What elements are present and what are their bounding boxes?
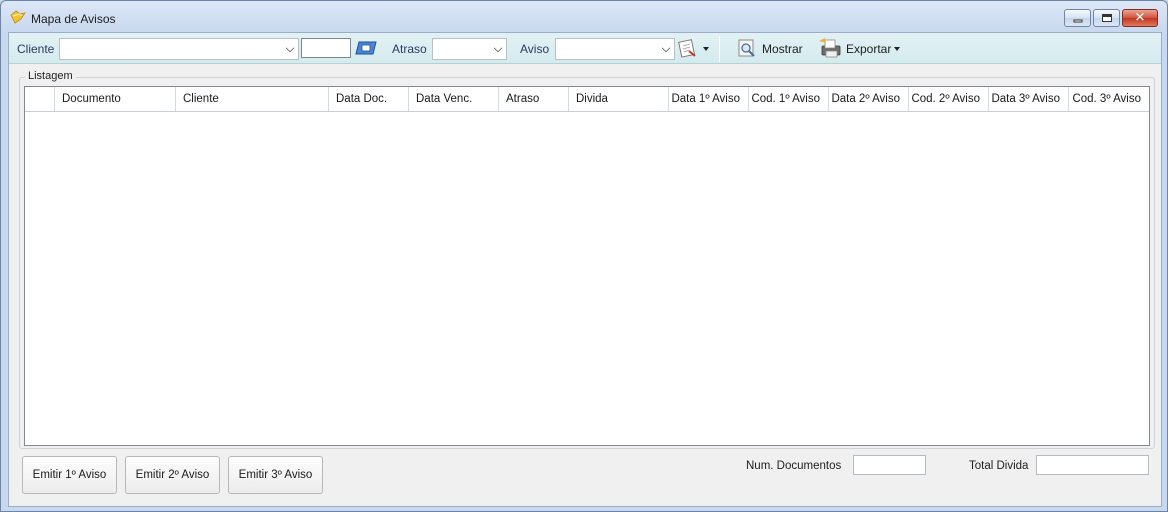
total-divida-field	[1036, 455, 1149, 475]
column-header-data-venc[interactable]: Data Venc.	[409, 87, 499, 111]
client-area: Cliente Atraso Aviso Mostrar Exportar Li…	[8, 32, 1162, 507]
emitir-2-aviso-button[interactable]: Emitir 2º Aviso	[125, 456, 220, 494]
window-title: Mapa de Avisos	[31, 12, 116, 26]
column-header-data-1-aviso[interactable]: Data 1º Aviso	[669, 87, 749, 111]
dropdown-arrow-icon[interactable]	[703, 47, 709, 51]
total-divida-label: Total Divida	[969, 460, 1029, 472]
toolbar: Cliente Atraso Aviso Mostrar Exportar	[9, 33, 1161, 64]
chevron-down-icon	[285, 43, 295, 53]
atraso-label: Atraso	[392, 42, 427, 56]
cliente-code-field[interactable]	[301, 38, 351, 58]
column-header-cod-2-aviso[interactable]: Cod. 2º Aviso	[909, 87, 989, 111]
exportar-button[interactable]: Exportar	[846, 42, 891, 56]
aviso-label: Aviso	[520, 42, 550, 56]
column-header-cod-1-aviso[interactable]: Cod. 1º Aviso	[749, 87, 829, 111]
toolbar-separator	[719, 36, 720, 62]
emitir-1-aviso-button[interactable]: Emitir 1º Aviso	[22, 456, 117, 494]
column-header-cod-3-aviso[interactable]: Cod. 3º Aviso	[1069, 87, 1149, 111]
row-header-cell	[25, 87, 55, 111]
aviso-combo[interactable]	[555, 38, 675, 60]
mostrar-icon[interactable]	[737, 38, 757, 58]
column-header-cliente[interactable]: Cliente	[176, 87, 329, 111]
num-documentos-label: Num. Documentos	[746, 460, 842, 472]
window-controls: ✕	[1062, 9, 1158, 27]
column-header-data-doc[interactable]: Data Doc.	[329, 87, 409, 111]
mostrar-button[interactable]: Mostrar	[762, 42, 803, 56]
column-header-atraso[interactable]: Atraso	[499, 87, 569, 111]
chevron-down-icon	[661, 43, 671, 53]
grid-header: Documento Cliente Data Doc. Data Venc. A…	[25, 87, 1149, 112]
listagem-title: Listagem	[25, 70, 76, 82]
column-header-data-2-aviso[interactable]: Data 2º Aviso	[829, 87, 909, 111]
notice-document-icon[interactable]	[678, 38, 698, 58]
maximize-icon	[1101, 14, 1112, 22]
column-header-divida[interactable]: Divida	[569, 87, 669, 111]
chevron-down-icon	[493, 43, 503, 53]
cliente-label: Cliente	[17, 42, 55, 56]
close-button[interactable]: ✕	[1122, 9, 1158, 27]
cliente-combo[interactable]	[59, 38, 299, 60]
column-header-documento[interactable]: Documento	[55, 87, 176, 111]
search-cliente-icon[interactable]	[355, 41, 377, 55]
exportar-dropdown-icon[interactable]	[894, 47, 900, 51]
folder-key-icon	[10, 10, 26, 24]
num-documentos-field	[853, 455, 926, 475]
printer-icon[interactable]	[819, 37, 843, 59]
close-icon: ✕	[1134, 10, 1146, 26]
main-window: Mapa de Avisos ✕ Cliente Atraso Aviso Mo…	[0, 0, 1168, 512]
atraso-combo[interactable]	[432, 38, 507, 60]
minimize-icon	[1073, 19, 1082, 23]
emitir-3-aviso-button[interactable]: Emitir 3º Aviso	[228, 456, 323, 494]
title-bar[interactable]: Mapa de Avisos ✕	[1, 1, 1167, 31]
maximize-button[interactable]	[1093, 9, 1120, 27]
minimize-button[interactable]	[1064, 9, 1091, 27]
avisos-grid[interactable]: Documento Cliente Data Doc. Data Venc. A…	[24, 86, 1150, 446]
column-header-data-3-aviso[interactable]: Data 3º Aviso	[989, 87, 1069, 111]
